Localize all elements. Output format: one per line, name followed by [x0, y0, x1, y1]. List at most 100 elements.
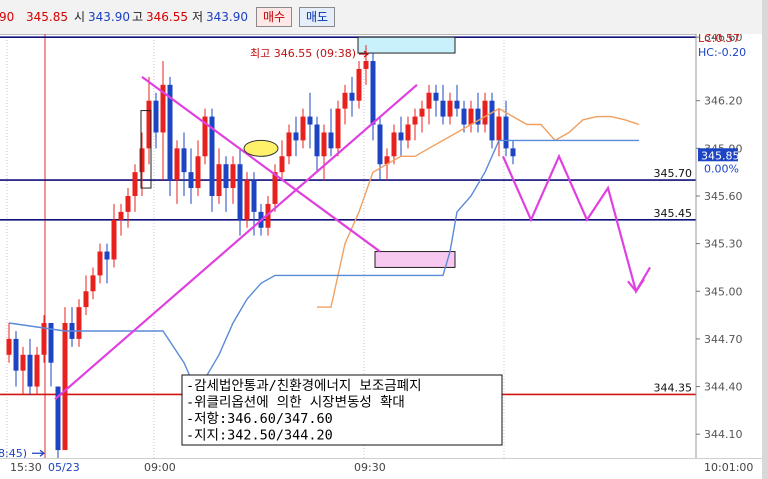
candle-body	[307, 116, 313, 125]
price-tick-label: 344.40	[704, 381, 743, 394]
candle-body	[83, 291, 89, 308]
candle-body	[20, 354, 26, 371]
time-label-left: 15:30	[10, 461, 42, 474]
quote-toolbar: 90 345.85 시 343.90 고 346.55 저 343.90 매수 …	[0, 0, 762, 35]
candle-body	[461, 108, 467, 125]
candle-body	[90, 275, 96, 292]
low-price: 343.90	[206, 10, 248, 24]
candle-body	[440, 100, 446, 117]
axis-separator	[0, 458, 762, 459]
prev-value: 90	[0, 10, 15, 24]
time-axis-label: 09:30	[354, 461, 386, 474]
candle-body	[447, 100, 453, 117]
high-label: 고	[132, 10, 144, 24]
candle-body	[111, 219, 117, 260]
candle-body	[195, 156, 201, 189]
candle-body	[286, 132, 292, 157]
high-price: 346.55	[146, 10, 188, 24]
open-price: 343.90	[88, 10, 130, 24]
candle-body	[279, 156, 285, 173]
sell-button[interactable]: 매도	[299, 7, 336, 27]
candle-body	[293, 132, 299, 141]
candle-body	[496, 116, 502, 141]
candle-body	[342, 92, 348, 109]
buy-button[interactable]: 매수	[256, 7, 293, 27]
price-tick-label: 345.60	[704, 190, 743, 203]
annotation-line: -저항:346.60/347.60	[186, 411, 333, 427]
candle-body	[104, 251, 110, 260]
candle-body	[251, 180, 257, 212]
price-tick-label: 345.00	[704, 285, 743, 298]
annotation-line: -감세법안통과/친환경에너지 보조금폐지	[186, 378, 422, 394]
candle-body	[426, 92, 432, 109]
price-tick-label: 344.70	[704, 333, 743, 346]
candle-body	[482, 100, 488, 125]
level-label: 344.35	[654, 381, 693, 394]
candle-body	[363, 60, 369, 69]
candle-body	[468, 108, 474, 125]
candle-body	[489, 100, 495, 141]
candle-body	[454, 100, 460, 109]
level-label: 345.70	[654, 167, 693, 180]
candle-body	[391, 132, 397, 157]
candle-body	[181, 148, 187, 173]
candle-body	[349, 92, 355, 101]
candle-body	[412, 116, 418, 125]
lc-label: LC:0.57	[698, 34, 740, 45]
candle-body	[300, 116, 306, 141]
candle-body	[132, 172, 138, 196]
candle-body	[405, 124, 411, 141]
forecast-arrowhead	[627, 278, 645, 294]
candle-body	[335, 108, 341, 149]
candle-body	[419, 108, 425, 117]
orange-indicator-line	[317, 107, 640, 308]
candle-body	[34, 354, 40, 387]
candle-body	[230, 164, 236, 189]
candle-body	[398, 132, 404, 141]
support-box	[374, 251, 456, 268]
candlestick-chart: 최고 346.55 (09:38) 8:45) -감세법안통과/친환경에너지 보조금…	[0, 34, 762, 458]
hc-label: HC:-0.20	[698, 46, 746, 59]
candle-body	[433, 92, 439, 101]
candle-body	[377, 124, 383, 165]
candle-body	[328, 132, 334, 149]
candle-body	[370, 60, 376, 125]
price-tick-label: 346.20	[704, 95, 743, 108]
chart-window: 90 345.85 시 343.90 고 346.55 저 343.90 매수 …	[0, 0, 768, 479]
candle-body	[237, 164, 243, 220]
candle-body	[188, 172, 194, 189]
level-label: 345.45	[654, 207, 693, 220]
candle-body	[97, 251, 103, 276]
resistance-box	[357, 36, 456, 54]
candle-body	[6, 338, 12, 355]
candle-body	[174, 148, 180, 181]
low-label: 저	[192, 10, 204, 24]
forecast-zigzag	[501, 153, 651, 295]
highlight-ellipse	[243, 139, 279, 157]
candle-body	[139, 148, 145, 173]
candle-body	[223, 164, 229, 189]
current-price: 345.85	[26, 10, 68, 24]
annotation-line: -지지:342.50/344.20	[186, 428, 333, 444]
candle-body	[503, 116, 509, 149]
price-tick-label: 345.30	[704, 238, 743, 251]
high-marker-label: 최고 346.55 (09:38)	[250, 47, 356, 60]
percent-change-label: 0.00%	[704, 162, 739, 175]
date-label: 05/23	[48, 461, 80, 474]
low-marker-label: 8:45)	[0, 447, 27, 458]
candle-body	[62, 323, 68, 451]
candle-body	[216, 164, 222, 196]
level-label: 346.60	[654, 34, 693, 37]
price-tick-label: 344.10	[704, 428, 743, 441]
candle-body	[153, 100, 159, 133]
candle-body	[13, 338, 19, 371]
candle-body	[314, 124, 320, 157]
candle-body	[125, 195, 131, 212]
time-axis-label: 09:00	[144, 461, 176, 474]
annotation-line: -위클리옵션에 의한 시장변동성 확대	[186, 395, 405, 411]
candle-body	[321, 132, 327, 157]
candle-body	[27, 354, 33, 387]
candle-body	[510, 148, 516, 157]
clock-label: 10:01:00	[704, 461, 754, 474]
open-label: 시	[74, 10, 86, 24]
